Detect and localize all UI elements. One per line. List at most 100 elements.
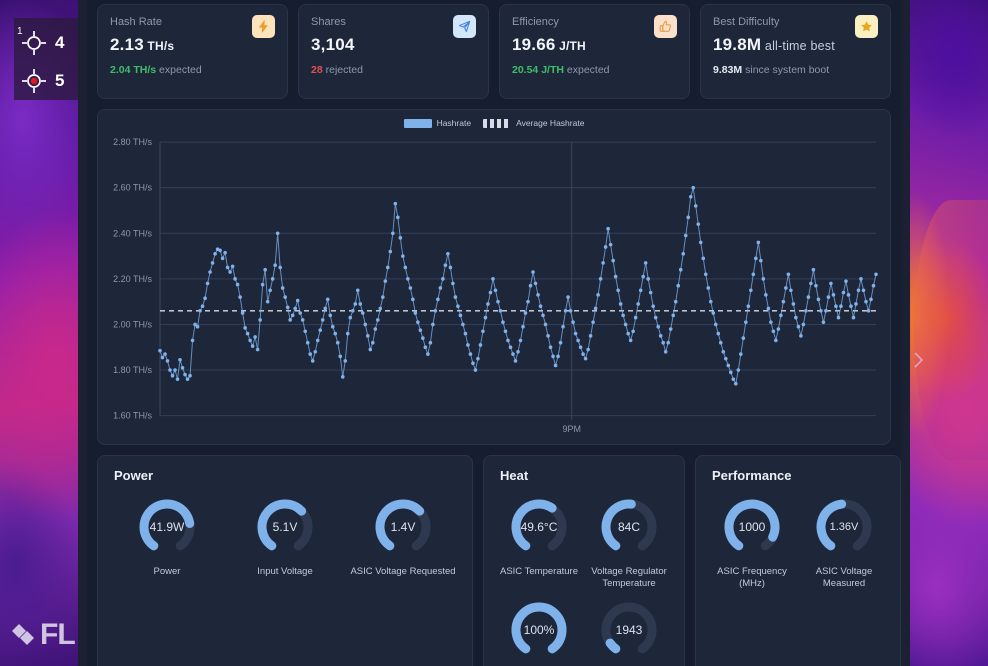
stat-subtext: 9.83M since system boot — [713, 64, 878, 76]
gauge-fan-rpm[interactable]: 1943 Fan RPM — [584, 600, 674, 666]
hashrate-line — [159, 187, 877, 386]
stat-card-shares[interactable]: Shares 3,104 28 rejected — [298, 4, 489, 99]
gauge-dial: 1.36V — [814, 497, 874, 557]
panel-title: Heat — [500, 468, 529, 483]
legend-item-average-hashrate[interactable]: Average Hashrate — [483, 118, 584, 128]
chart-plot-area[interactable]: 2.80 TH/s 2.60 TH/s 2.40 TH/s 2.20 TH/s 2.00… — [98, 134, 890, 444]
gauge-power[interactable]: 41.9W Power — [108, 497, 226, 578]
gauge-value: 1943 — [615, 622, 643, 637]
legend-item-hashrate[interactable]: Hashrate — [403, 118, 471, 128]
gauge-value: 84C — [617, 520, 640, 534]
gauge-label: Input Voltage — [257, 566, 313, 577]
stat-sub-label: expected — [566, 64, 610, 76]
gauge-label: ASIC Frequency (MHz) — [717, 566, 787, 589]
stat-subtext: 2.04 TH/s expected — [110, 64, 275, 76]
gauge-dial: 49.6°C — [509, 497, 569, 557]
gauge-label: Voltage Regulator Temperature — [591, 566, 667, 589]
gauge-value: 1.4V — [390, 520, 416, 534]
left-gutter — [78, 0, 87, 666]
x-axis-tick-label: 9PM — [562, 424, 580, 434]
screen: 1 4 5 FL Hash Rate 2.13 TH/s 2.04 TH/s e… — [0, 0, 988, 666]
stat-value-number: 19.66 — [512, 35, 556, 54]
stat-sub-label: since system boot — [745, 64, 830, 76]
y-axis-tick-label: 2.20 TH/s — [113, 274, 152, 284]
thumbs-up-icon — [654, 15, 677, 38]
metrics-panel-row: Power 41.9W Power 5.1V Input Voltage 1.4… — [87, 445, 901, 666]
stat-value-unit: TH/s — [143, 39, 175, 53]
stat-value-number: 3,104 — [311, 35, 355, 54]
stat-value: 3,104 — [311, 35, 476, 55]
gauge-dial: 1943 — [599, 600, 659, 660]
y-axis-tick-label: 1.80 TH/s — [113, 365, 152, 375]
legend-label: Average Hashrate — [516, 118, 585, 128]
stat-title: Hash Rate — [110, 16, 162, 28]
marker-superscript: 1 — [17, 26, 23, 37]
stat-title: Efficiency — [512, 16, 559, 28]
y-axis-tick-label: 2.40 TH/s — [113, 228, 152, 238]
bolt-icon — [252, 15, 275, 38]
stat-sub-unit: J/TH — [541, 64, 564, 76]
gauge-value: 1.36V — [829, 521, 859, 533]
gauge-dial: 1000 — [722, 497, 782, 557]
gauge-asic-voltage-requested[interactable]: 1.4V ASIC Voltage Requested — [344, 497, 462, 578]
gauge-dial: 100% — [509, 600, 569, 660]
star-icon — [855, 15, 878, 38]
gauge-value: 100% — [523, 622, 555, 637]
stat-value-unit: J/TH — [555, 39, 586, 53]
stat-title: Shares — [311, 16, 346, 28]
gauge-dial: 1.4V — [373, 497, 433, 557]
legend-swatch-hashrate — [403, 118, 432, 128]
stat-value-suffix: all-time best — [761, 39, 835, 53]
thermal-marker-2[interactable]: 5 — [20, 62, 78, 100]
thermal-marker-1[interactable]: 1 4 — [17, 24, 78, 62]
gauge-asic-voltage-measured[interactable]: 1.36V ASIC Voltage Measured — [798, 497, 890, 590]
crosshair-filled-icon — [20, 67, 48, 95]
gauge-fan-percent[interactable]: 100% Fan % — [494, 600, 584, 666]
gauge-value: 49.6°C — [520, 520, 558, 534]
right-gutter[interactable] — [901, 0, 910, 666]
gauge-asic-temperature[interactable]: 49.6°C ASIC Temperature — [494, 497, 584, 590]
hashrate-chart-panel[interactable]: Hashrate Average Hashrate 2.80 TH/s 2.60 … — [97, 109, 891, 445]
gauge-value: 5.1V — [272, 520, 298, 534]
gauge-label: Power — [153, 566, 181, 577]
panel-performance: Performance 1000 ASIC Frequency (MHz) 1.… — [695, 455, 901, 666]
gauge-asic-frequency[interactable]: 1000 ASIC Frequency (MHz) — [706, 497, 798, 590]
chart-legend: Hashrate Average Hashrate — [98, 118, 890, 128]
gauge-row: 41.9W Power 5.1V Input Voltage 1.4V ASIC… — [108, 497, 462, 578]
y-axis-tick-label: 2.60 TH/s — [113, 183, 152, 193]
dashboard: Hash Rate 2.13 TH/s 2.04 TH/s expected S… — [87, 0, 901, 666]
stat-sub-unit: TH/s — [133, 64, 157, 76]
legend-swatch-average — [483, 118, 512, 128]
stat-sub-value: 9.83M — [713, 64, 743, 76]
gauge-label: ASIC Voltage Measured — [815, 566, 873, 589]
gauge-row: 1000 ASIC Frequency (MHz) 1.36V ASIC Vol… — [706, 497, 890, 590]
gauge-input-voltage[interactable]: 5.1V Input Voltage — [226, 497, 344, 578]
gauge-dial: 41.9W — [137, 497, 197, 557]
gauge-label: ASIC Voltage Requested — [350, 566, 456, 577]
stat-card-efficiency[interactable]: Efficiency 19.66 J/TH 20.54 J/TH expecte… — [499, 4, 690, 99]
marker-label: 5 — [55, 71, 65, 90]
crosshair-icon: 1 — [17, 26, 48, 57]
y-axis-tick-label: 2.80 TH/s — [113, 137, 152, 147]
flir-diamond-icon — [12, 624, 34, 645]
marker-label: 4 — [55, 33, 65, 52]
panel-power: Power 41.9W Power 5.1V Input Voltage 1.4… — [97, 455, 473, 666]
thermal-image-right — [910, 0, 988, 666]
gauge-dial: 5.1V — [255, 497, 315, 557]
flir-watermark: FL — [10, 618, 76, 652]
stat-card-best-difficulty[interactable]: Best Difficulty 19.8M all-time best 9.83… — [700, 4, 891, 99]
chevron-right-icon[interactable] — [912, 350, 926, 370]
stat-title: Best Difficulty — [713, 16, 780, 28]
panel-title: Power — [114, 468, 154, 483]
stat-value-number: 19.8M — [713, 35, 762, 54]
stat-sub-label: rejected — [325, 64, 363, 76]
y-axis-tick-label: 2.00 TH/s — [113, 319, 152, 329]
stat-card-hash-rate[interactable]: Hash Rate 2.13 TH/s 2.04 TH/s expected — [97, 4, 288, 99]
paper-plane-icon — [453, 15, 476, 38]
stat-sub-label: expected — [159, 64, 202, 76]
gauge-voltage-regulator-temperature[interactable]: 84C Voltage Regulator Temperature — [584, 497, 674, 590]
gauge-row: 49.6°C ASIC Temperature 84C Voltage Regu… — [494, 497, 674, 590]
flir-wordmark: FL — [40, 618, 76, 651]
stat-value: 19.8M all-time best — [713, 35, 878, 55]
gauge-value: 1000 — [738, 520, 766, 534]
